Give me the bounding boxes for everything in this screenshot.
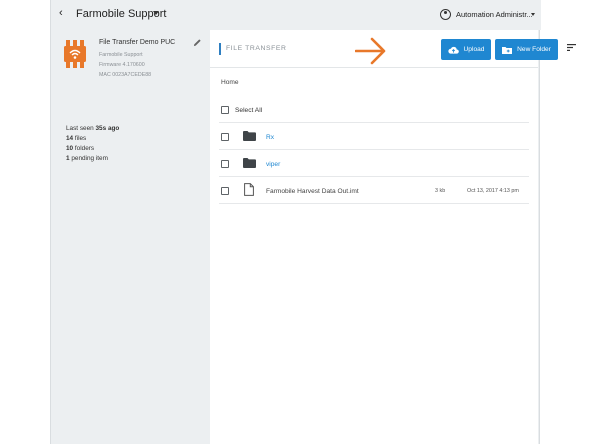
annotation-arrow-icon — [355, 37, 386, 65]
last-seen: Last seen 35s ago — [66, 125, 120, 132]
upload-label: Upload — [463, 46, 485, 53]
folder-icon — [243, 158, 256, 168]
row-checkbox[interactable] — [221, 187, 229, 195]
device-icon — [64, 40, 86, 68]
row-checkbox[interactable] — [221, 160, 229, 168]
device-firmware: Firmware 4.170600 — [99, 62, 145, 68]
file-icon — [244, 183, 254, 196]
item-name: Farmobile Harvest Data Out.imt — [266, 188, 359, 195]
back-button[interactable]: ‹ — [59, 7, 63, 19]
device-mac: MAC 0023A7CEDE88 — [99, 72, 152, 78]
folder-icon — [243, 131, 256, 141]
app-window: ‹ Farmobile Support Automation Administr… — [50, 0, 576, 444]
item-name[interactable]: viper — [266, 161, 280, 168]
files-count: 14 files — [66, 135, 87, 142]
top-bar: ‹ Farmobile Support Automation Administr… — [51, 0, 541, 30]
row-checkbox[interactable] — [221, 133, 229, 141]
pending-count: 1 pending item — [66, 155, 108, 162]
page-title: FILE TRANSFER — [219, 43, 287, 55]
sort-icon[interactable] — [567, 44, 576, 51]
pencil-icon[interactable] — [193, 38, 202, 47]
upload-button[interactable]: Upload — [441, 39, 491, 60]
file-row-file[interactable]: Farmobile Harvest Data Out.imt 3 kb Oct … — [219, 177, 529, 204]
folders-count: 10 folders — [66, 145, 95, 152]
item-date: Oct 13, 2017 4:13 pm — [467, 188, 519, 194]
file-row-folder[interactable]: viper — [219, 150, 529, 177]
breadcrumb-home[interactable]: Home — [221, 79, 239, 86]
file-row-folder[interactable]: Rx — [219, 123, 529, 150]
file-transfer-panel: FILE TRANSFER Upload New Folder Home Sel… — [210, 30, 576, 444]
new-folder-label: New Folder — [517, 46, 551, 53]
device-sidebar: File Transfer Demo PUC Farmobile Support… — [58, 30, 210, 444]
account-icon — [440, 9, 451, 20]
select-all-label: Select All — [235, 107, 263, 114]
user-menu[interactable]: Automation Administr... — [456, 10, 533, 19]
org-dropdown-icon[interactable] — [153, 11, 159, 15]
new-folder-icon — [502, 46, 513, 54]
item-name[interactable]: Rx — [266, 134, 274, 141]
device-name: File Transfer Demo PUC — [99, 39, 176, 46]
device-stats: Last seen 35s ago 14 files 10 folders 1 … — [66, 124, 119, 164]
user-dropdown-icon[interactable] — [531, 13, 535, 16]
new-folder-button[interactable]: New Folder — [495, 39, 558, 60]
cloud-upload-icon — [447, 46, 459, 54]
select-all-checkbox[interactable] — [221, 106, 229, 114]
device-org: Farmobile Support — [99, 52, 143, 58]
item-size: 3 kb — [435, 188, 446, 194]
select-all-row: Select All — [219, 96, 529, 123]
